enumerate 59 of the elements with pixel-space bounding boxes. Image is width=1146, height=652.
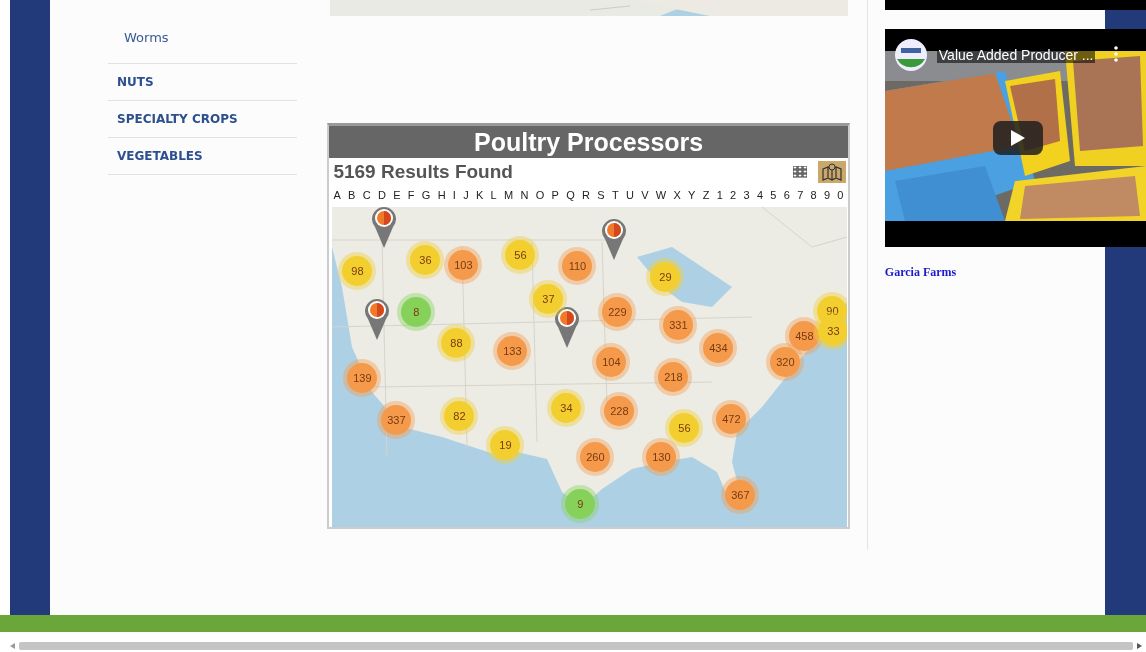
letter-link[interactable]: V xyxy=(641,189,649,201)
letter-link[interactable]: Y xyxy=(688,189,696,201)
map-pin-icon[interactable] xyxy=(371,207,398,249)
letter-link[interactable]: I xyxy=(452,189,456,201)
letter-link[interactable]: F xyxy=(407,189,415,201)
letter-link[interactable]: G xyxy=(421,189,431,201)
letter-link[interactable]: Z xyxy=(702,189,710,201)
letter-link[interactable]: R xyxy=(582,189,590,201)
letter-link[interactable]: W xyxy=(655,189,667,201)
map-pin-icon[interactable] xyxy=(364,297,391,341)
play-button[interactable] xyxy=(992,121,1043,155)
letter-link[interactable]: 9 xyxy=(823,189,831,201)
letter-link[interactable]: D xyxy=(377,189,386,201)
letter-link[interactable]: 8 xyxy=(810,189,817,201)
letter-link[interactable]: J xyxy=(463,189,469,201)
sidebar-category[interactable]: VEGETABLES xyxy=(108,138,298,175)
letter-link[interactable]: P xyxy=(551,189,559,201)
sidebar-subitem[interactable]: Worms xyxy=(108,30,298,64)
letter-link[interactable]: 2 xyxy=(730,189,737,201)
letter-link[interactable]: 7 xyxy=(797,189,804,201)
farm-link[interactable]: Garcia Farms xyxy=(884,265,1146,280)
letter-link[interactable]: M xyxy=(504,189,514,201)
letter-link[interactable]: E xyxy=(393,189,401,201)
results-count: 5169 Results Found xyxy=(333,161,513,183)
letter-link[interactable]: N xyxy=(520,189,529,201)
letter-link[interactable]: S xyxy=(597,189,605,201)
horizontal-scrollbar[interactable] xyxy=(10,642,1142,650)
letter-link[interactable]: T xyxy=(611,189,619,201)
map-pin-icon[interactable] xyxy=(554,305,581,349)
letter-link[interactable]: L xyxy=(490,189,497,201)
letter-link[interactable]: O xyxy=(535,189,545,201)
letter-link[interactable]: U xyxy=(625,189,634,201)
video-player[interactable]: Value Added Producer ... xyxy=(884,29,1146,247)
letter-link[interactable]: 6 xyxy=(783,189,790,201)
letter-link[interactable]: 3 xyxy=(743,189,750,201)
map-icon xyxy=(820,163,843,181)
scroll-right-icon[interactable] xyxy=(1137,643,1142,649)
play-icon xyxy=(1010,130,1025,146)
grid-icon xyxy=(792,166,807,178)
sidebar-category[interactable]: NUTS xyxy=(108,64,298,101)
letter-link[interactable]: 1 xyxy=(716,189,723,201)
letter-link[interactable]: 0 xyxy=(837,189,844,201)
letter-link[interactable]: K xyxy=(476,189,484,201)
channel-logo-icon[interactable] xyxy=(894,39,927,71)
sidebar-category[interactable]: SPECIALTY CROPS xyxy=(108,101,298,138)
scroll-left-icon[interactable] xyxy=(10,643,15,649)
letter-link[interactable]: H xyxy=(437,189,446,201)
letter-link[interactable]: Q xyxy=(566,189,575,201)
letter-link[interactable]: B xyxy=(348,189,356,201)
letter-link[interactable]: 5 xyxy=(770,189,777,201)
letter-link[interactable]: 4 xyxy=(756,189,764,201)
panel-title: Poultry Processors xyxy=(329,126,848,158)
map-view-button[interactable] xyxy=(817,161,846,183)
more-options-icon[interactable] xyxy=(1112,46,1119,62)
letter-link[interactable]: X xyxy=(673,189,681,201)
map-pin-icon[interactable] xyxy=(601,217,628,261)
letter-link[interactable]: C xyxy=(362,189,371,201)
video-title[interactable]: Value Added Producer ... xyxy=(936,47,1096,63)
letter-link[interactable]: A xyxy=(333,189,341,201)
